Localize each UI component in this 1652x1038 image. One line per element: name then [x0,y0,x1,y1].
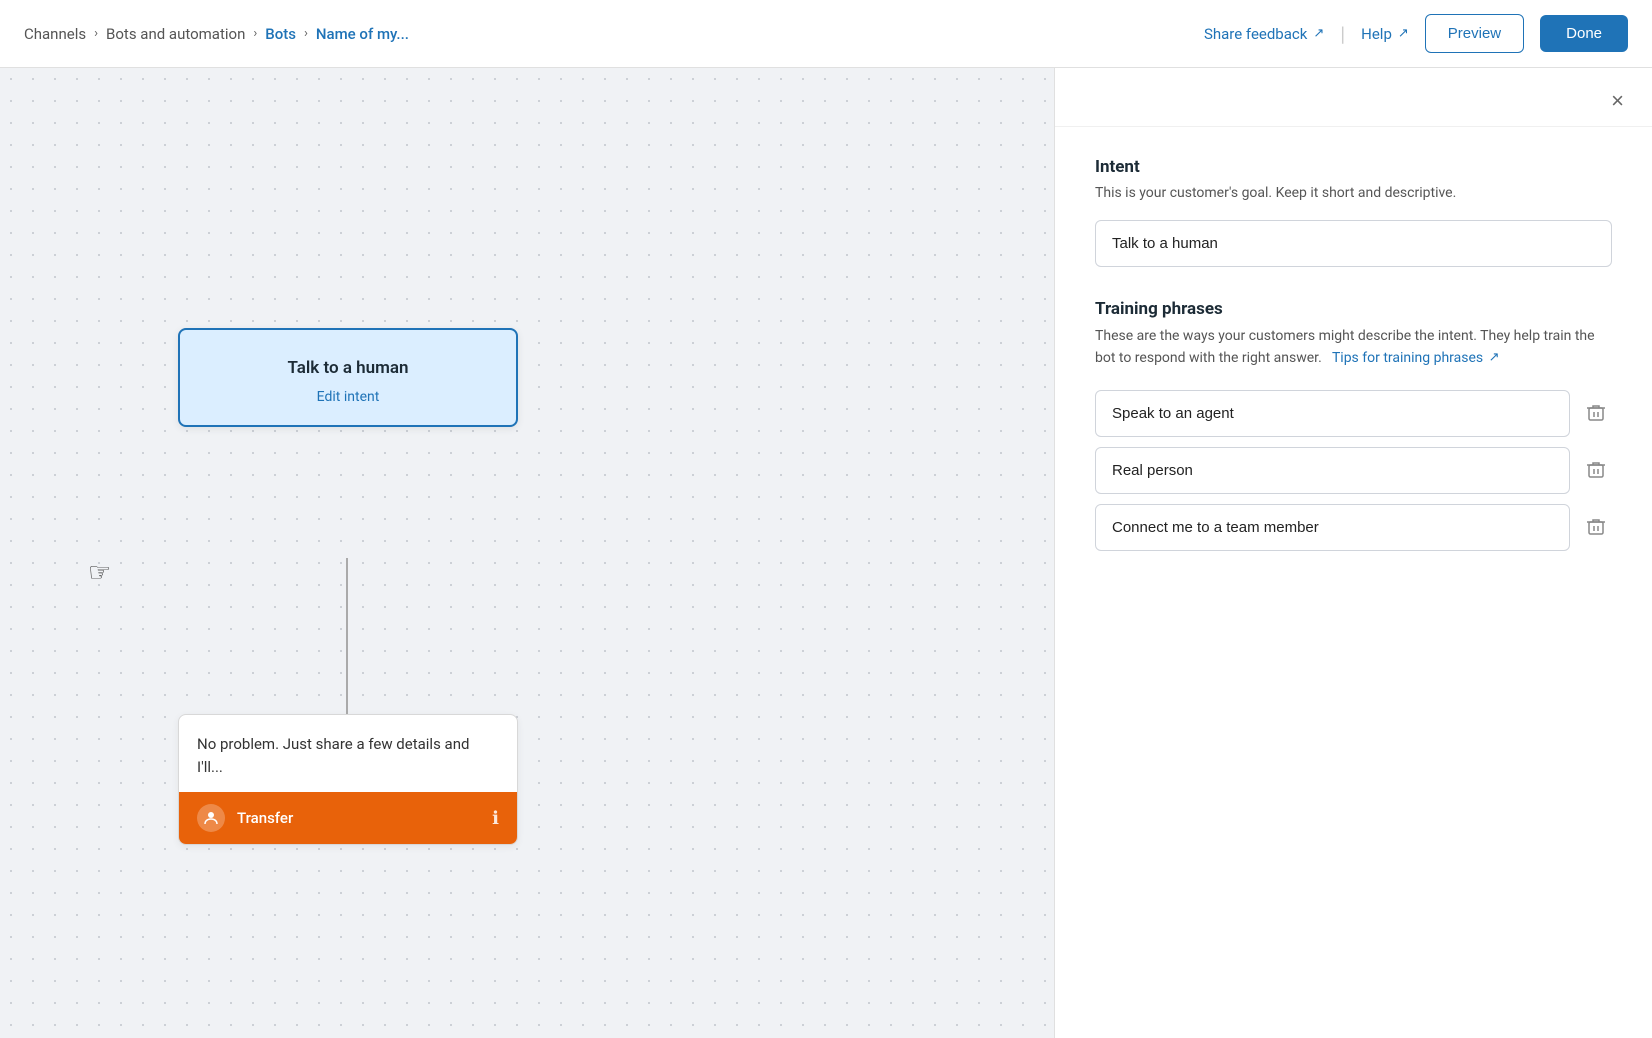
response-node[interactable]: No problem. Just share a few details and… [178,714,518,845]
help-label: Help [1361,25,1392,43]
help-external-icon: ↗ [1398,26,1409,41]
breadcrumb-sep-1: › [94,26,98,41]
intent-section-title: Intent [1095,157,1612,177]
delete-phrase-3-button[interactable] [1580,511,1612,543]
intent-node[interactable]: Talk to a human Edit intent [178,328,518,427]
preview-button[interactable]: Preview [1425,14,1524,53]
phrase-row-2 [1095,447,1612,494]
phrase-input-3[interactable] [1095,504,1570,551]
edit-intent-link[interactable]: Edit intent [317,389,380,405]
canvas-area[interactable]: Talk to a human Edit intent No problem. … [0,68,1054,1038]
delete-phrase-1-button[interactable] [1580,397,1612,429]
share-feedback-label: Share feedback [1204,25,1307,43]
transfer-info-icon[interactable]: ℹ [492,808,499,829]
tips-link[interactable]: Tips for training phrases ↗ [1329,350,1500,366]
nav-actions: Share feedback ↗ | Help ↗ Preview Done [1204,14,1628,53]
external-link-icon: ↗ [1313,26,1324,41]
breadcrumb-sep-2: › [253,26,257,41]
transfer-footer[interactable]: Transfer ℹ [179,792,517,844]
response-node-body: No problem. Just share a few details and… [179,715,517,792]
breadcrumb-bots-automation[interactable]: Bots and automation [106,25,245,43]
training-section: Training phrases These are the ways your… [1095,299,1612,551]
phrase-row-3 [1095,504,1612,551]
nav-divider: | [1340,22,1345,46]
phrase-input-2[interactable] [1095,447,1570,494]
close-panel-button[interactable]: × [1603,84,1632,118]
done-button[interactable]: Done [1540,15,1628,52]
main-layout: Talk to a human Edit intent No problem. … [0,68,1652,1038]
phrase-input-1[interactable] [1095,390,1570,437]
top-nav: Channels › Bots and automation › Bots › … [0,0,1652,68]
intent-section: Intent This is your customer's goal. Kee… [1095,157,1612,299]
tips-link-label: Tips for training phrases [1332,350,1483,366]
breadcrumb: Channels › Bots and automation › Bots › … [24,25,409,43]
intent-node-title: Talk to a human [200,358,496,378]
tips-external-icon: ↗ [1489,350,1500,365]
training-section-desc: These are the ways your customers might … [1095,325,1612,370]
transfer-label: Transfer [237,809,480,827]
transfer-icon [197,804,225,832]
phrase-row-1 [1095,390,1612,437]
training-section-title: Training phrases [1095,299,1612,319]
cursor-hand: ☞ [88,558,111,588]
right-panel: × Intent This is your customer's goal. K… [1054,68,1652,1038]
connector-line [346,558,348,723]
delete-phrase-2-button[interactable] [1580,454,1612,486]
breadcrumb-channels[interactable]: Channels [24,25,86,43]
breadcrumb-bots[interactable]: Bots [265,25,296,43]
intent-input-field[interactable] [1095,220,1612,267]
share-feedback-link[interactable]: Share feedback ↗ [1204,25,1324,43]
panel-header: × [1055,68,1652,127]
breadcrumb-bot-name[interactable]: Name of my... [316,25,409,43]
panel-content: Intent This is your customer's goal. Kee… [1055,127,1652,1038]
intent-section-desc: This is your customer's goal. Keep it sh… [1095,183,1612,204]
help-link[interactable]: Help ↗ [1361,25,1409,43]
breadcrumb-sep-3: › [304,26,308,41]
